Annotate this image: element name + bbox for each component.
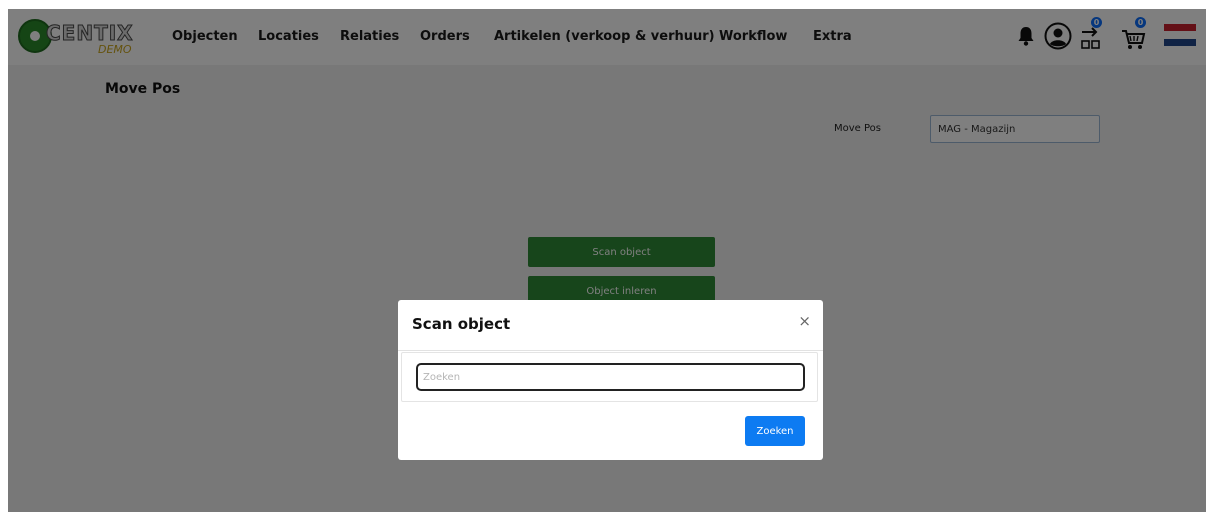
scan-object-modal: Scan object × Zoeken (398, 300, 823, 460)
close-icon[interactable]: × (798, 314, 811, 329)
search-input[interactable] (416, 363, 805, 391)
modal-body (401, 352, 818, 402)
modal-title: Scan object (412, 315, 511, 333)
modal-footer: Zoeken (398, 403, 823, 460)
modal-header: Scan object × (398, 300, 823, 351)
app-frame: CENTIX DEMO Objecten Locaties Relaties O… (8, 9, 1206, 512)
zoeken-button[interactable]: Zoeken (745, 416, 805, 446)
